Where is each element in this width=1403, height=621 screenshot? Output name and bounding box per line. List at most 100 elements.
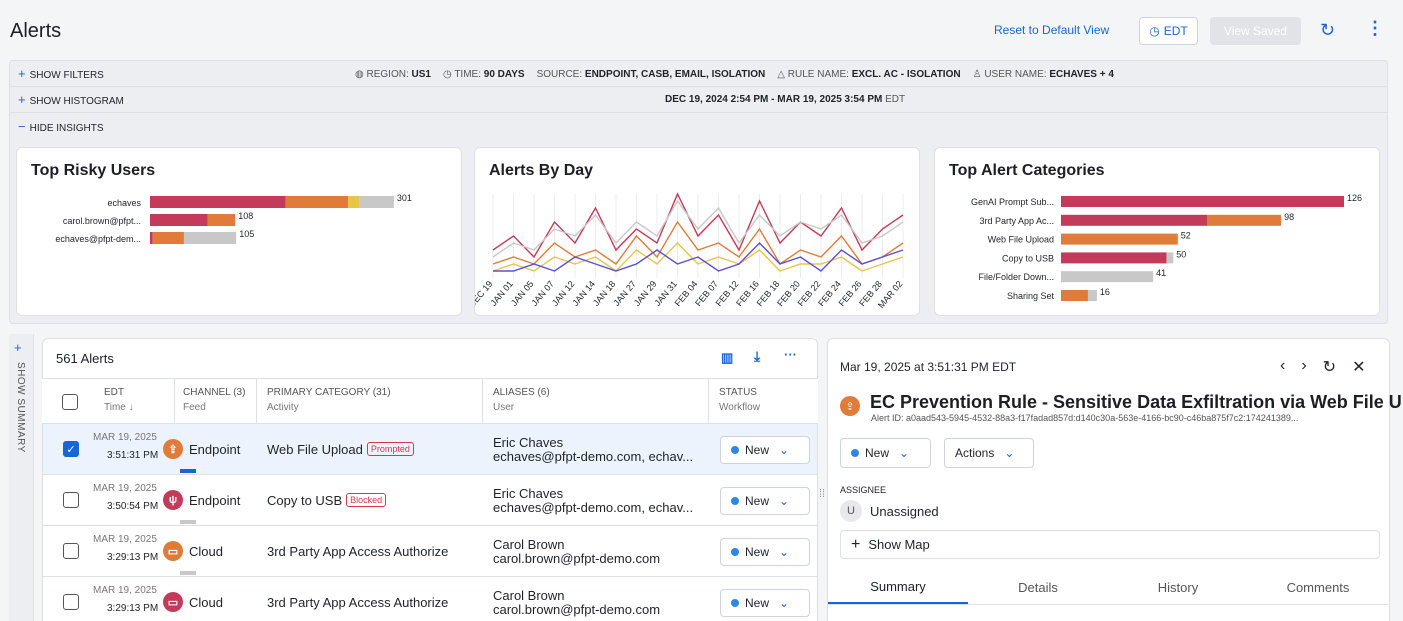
source-chip[interactable]: SOURCE: ENDPOINT, CASB, EMAIL, ISOLATION [537, 69, 766, 80]
bar-category-label: carol.brown@pfpt... [63, 216, 141, 226]
reset-default-view-link[interactable]: Reset to Default View [994, 23, 1109, 37]
refresh-icon[interactable]: ↻ [1320, 20, 1335, 41]
warning-icon: △ [777, 68, 785, 80]
card-title: Top Risky Users [31, 162, 156, 179]
columns-icon[interactable]: ▥ [721, 350, 733, 366]
status-dropdown[interactable]: New ⌄ [720, 538, 810, 566]
time-column-header[interactable]: EDT Time ↓ [104, 387, 134, 413]
bar-segment [1061, 290, 1088, 301]
bar-segment [1061, 233, 1178, 245]
row-user-email: echaves@pfpt-demo.com, echav... [493, 449, 694, 464]
chevron-down-icon: ⌄ [1004, 446, 1015, 460]
row-time: 3:29:13 PM [107, 552, 159, 563]
row-category: Web File Upload Prompted [267, 442, 414, 457]
aliases-column-header[interactable]: ALIASES (6) User [482, 379, 550, 423]
top-alert-categories-chart: GenAI Prompt Sub... 126 3rd Party App Ac..… [971, 193, 1362, 301]
tab-history[interactable]: History [1108, 570, 1248, 604]
severity-bar [180, 571, 196, 575]
select-all-checkbox[interactable] [62, 394, 78, 410]
page-title: Alerts [10, 20, 62, 42]
view-saved-button[interactable]: View Saved [1210, 17, 1301, 45]
row-date: MAR 19, 2025 [93, 534, 157, 545]
resize-handle[interactable]: ⁞⁞ [819, 489, 825, 500]
tab-details[interactable]: Details [968, 570, 1108, 604]
download-icon[interactable]: ⤓ [754, 348, 760, 365]
status-label: New [745, 545, 770, 559]
show-histogram-label: SHOW HISTOGRAM [29, 96, 124, 107]
status-column-header[interactable]: STATUS Workflow [708, 379, 760, 423]
show-summary-label[interactable]: SHOW SUMMARY [15, 362, 26, 453]
chevron-left-icon[interactable]: ‹ [1280, 357, 1285, 377]
actions-dropdown[interactable]: Actions ⌄ [944, 438, 1034, 468]
user-name-chip[interactable]: ♙ USER NAME: ECHAVES + 4 [973, 69, 1114, 80]
card-title: Top Alert Categories [949, 162, 1105, 179]
top-risky-users-card: Top Risky Users echaves 301 carol.brown@pf… [16, 147, 462, 316]
alert-id: Alert ID: a0aad543-5945-4532-88a3-f17fad… [871, 413, 1299, 423]
detail-timestamp: Mar 19, 2025 at 3:51:31 PM EDT [840, 360, 1017, 374]
row-user-email: carol.brown@pfpt-demo.com [493, 602, 661, 617]
status-dot [731, 548, 739, 556]
bar-category-label: 3rd Party App Ac... [979, 216, 1054, 226]
table-row[interactable]: MAR 19, 2025 3:50:54 PM ψ Endpoint Copy … [43, 475, 817, 526]
chevron-down-icon: ⌄ [779, 443, 790, 457]
row-checkbox[interactable]: ✓ [63, 441, 79, 457]
status-dropdown[interactable]: New ⌄ [720, 589, 810, 617]
status-dot [731, 446, 739, 454]
bar-category-label: GenAI Prompt Sub... [971, 197, 1054, 207]
bar-segment [1166, 252, 1174, 264]
status-dropdown[interactable]: New ⌄ [720, 436, 810, 464]
bar-segment [1206, 214, 1282, 226]
assignee[interactable]: U Unassigned [840, 500, 939, 522]
time-chip[interactable]: ◷ TIME: 90 DAYS [443, 69, 525, 80]
row-date: MAR 19, 2025 [93, 432, 157, 443]
row-user-name: Carol Brown [493, 537, 565, 552]
row-checkbox[interactable] [63, 492, 79, 508]
table-row[interactable]: MAR 19, 2025 3:29:13 PM ▭ Cloud 3rd Part… [43, 577, 817, 621]
row-checkbox[interactable] [63, 594, 79, 610]
plus-icon: + [18, 66, 26, 81]
alert-title: EC Prevention Rule - Sensitive Data Exfi… [870, 392, 1403, 412]
region-chip[interactable]: ◍ REGION: US1 [355, 69, 431, 80]
hide-insights-toggle[interactable]: − HIDE INSIGHTS [18, 119, 104, 134]
sort-down-icon: ↓ [128, 402, 134, 413]
date-range-tz: EDT [885, 94, 906, 105]
detail-nav: ‹ › ↻ ✕ [1280, 357, 1365, 377]
detail-status-dropdown[interactable]: New ⌄ [840, 438, 931, 468]
bar-value-label: 301 [397, 193, 412, 203]
show-filters-toggle[interactable]: + SHOW FILTERS [18, 66, 104, 81]
timezone-button[interactable]: ◷ EDT [1139, 17, 1198, 45]
table-row[interactable]: MAR 19, 2025 3:29:13 PM ▭ Cloud 3rd Part… [43, 526, 817, 577]
card-title: Alerts By Day [489, 162, 594, 179]
assignee-label: ASSIGNEE [840, 485, 887, 495]
rule-name-chip[interactable]: △ RULE NAME: EXCL. AC - ISOLATION [777, 69, 960, 80]
table-row[interactable]: ✓ MAR 19, 2025 3:51:31 PM ⇪ Endpoint Web… [43, 424, 817, 475]
more-horizontal-icon[interactable]: ··· [784, 347, 797, 362]
severity-bar [180, 520, 196, 524]
chevron-right-icon[interactable]: › [1301, 357, 1306, 377]
status-label: New [865, 446, 890, 460]
tab-summary[interactable]: Summary [828, 570, 968, 604]
bar-category-label: Copy to USB [1002, 253, 1054, 263]
alerts-by-day-card: Alerts By Day DEC 19 JAN 01 JAN 05 JAN 07 JA… [474, 147, 920, 316]
status-label: New [745, 596, 770, 610]
more-options-icon[interactable]: ⋮ [1366, 18, 1384, 39]
avatar: U [840, 500, 862, 522]
bar-segment [1061, 196, 1344, 207]
show-map-button[interactable]: + Show Map [840, 530, 1380, 559]
refresh-icon[interactable]: ↻ [1323, 357, 1336, 377]
category-column-header[interactable]: PRIMARY CATEGORY (31) Activity [256, 379, 391, 423]
blocked-badge: Blocked [346, 493, 387, 507]
histogram-row: + SHOW HISTOGRAM DEC 19, 2024 2:54 PM - M… [10, 87, 1387, 113]
status-dropdown[interactable]: New ⌄ [720, 487, 810, 515]
chevron-down-icon: ⌄ [899, 446, 910, 460]
row-checkbox[interactable] [63, 543, 79, 559]
usb-icon: ψ [163, 490, 183, 510]
bar-value-label: 50 [1176, 249, 1186, 259]
plus-icon[interactable]: + [14, 340, 22, 355]
bar-segment [150, 232, 153, 244]
show-histogram-toggle[interactable]: + SHOW HISTOGRAM [18, 92, 124, 107]
tab-comments[interactable]: Comments [1248, 570, 1388, 604]
close-icon[interactable]: ✕ [1352, 357, 1365, 377]
channel-column-header[interactable]: CHANNEL (3) Feed [174, 379, 245, 423]
alerts-by-day-chart: DEC 19JAN 01JAN 05JAN 07JAN 12JAN 14JAN … [475, 192, 905, 310]
